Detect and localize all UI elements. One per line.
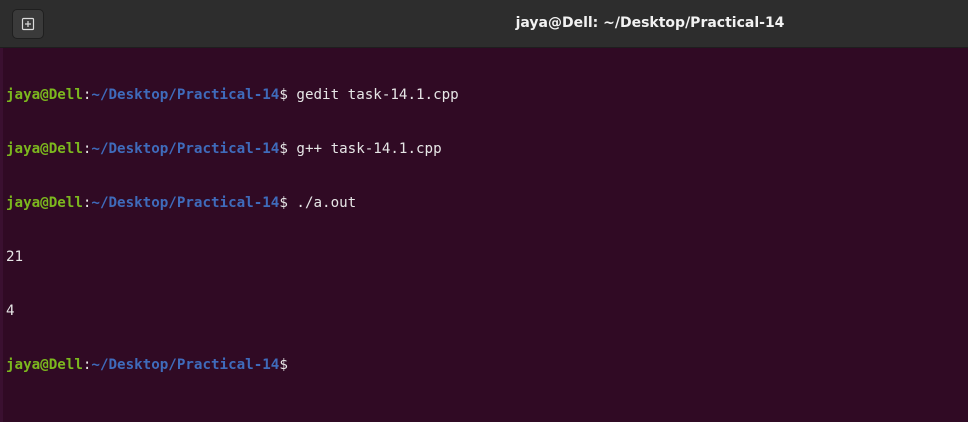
command-text: ./a.out [287,195,357,211]
terminal-output-area[interactable]: jaya@Dell:~/Desktop/Practical-14$ gedit … [0,50,968,422]
terminal-window: jaya@Dell: ~/Desktop/Practical-14 jaya@D… [0,0,968,422]
terminal-line: jaya@Dell:~/Desktop/Practical-14$ ./a.ou… [6,194,968,212]
program-output-line: 21 [6,249,24,265]
command-text: g++ task-14.1.cpp [287,141,442,157]
prompt-path: ~/Desktop/Practical-14 [91,141,280,157]
new-tab-icon [21,17,35,31]
prompt-user: jaya@Dell [6,87,83,103]
terminal-line: jaya@Dell:~/Desktop/Practical-14$ gedit … [6,86,968,104]
prompt-dollar: $ [279,141,288,157]
new-tab-button[interactable] [12,9,44,39]
title-bar[interactable]: jaya@Dell: ~/Desktop/Practical-14 [0,0,968,48]
prompt-user: jaya@Dell [6,141,83,157]
prompt-dollar: $ [279,195,288,211]
prompt-dollar: $ [279,357,288,373]
prompt-user: jaya@Dell [6,195,83,211]
prompt-path: ~/Desktop/Practical-14 [91,357,280,373]
prompt-user: jaya@Dell [6,357,83,373]
prompt-dollar: $ [279,87,288,103]
prompt-path: ~/Desktop/Practical-14 [91,87,280,103]
terminal-line: jaya@Dell:~/Desktop/Practical-14$ g++ ta… [6,140,968,158]
command-text: gedit task-14.1.cpp [287,87,459,103]
terminal-line: jaya@Dell:~/Desktop/Practical-14$ [6,356,968,374]
program-output-line: 4 [6,303,15,319]
window-title: jaya@Dell: ~/Desktop/Practical-14 [515,15,785,31]
prompt-path: ~/Desktop/Practical-14 [91,195,280,211]
